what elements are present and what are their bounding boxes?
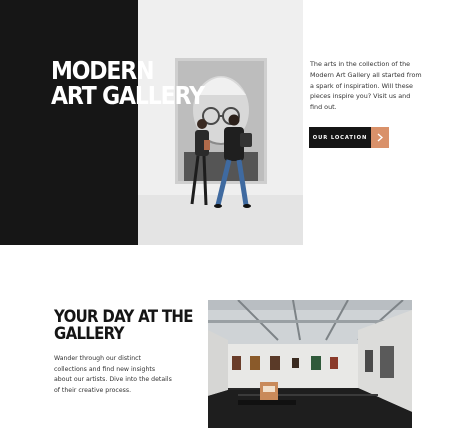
section-title-line2: GALLERY: [54, 324, 124, 344]
our-location-button-label: OUR LOCATION: [309, 127, 371, 148]
gallery-interior-image: [208, 300, 412, 428]
section-description: Wander through our distinct collections …: [54, 355, 172, 394]
hero-title: MODERN ART GALLERY: [51, 58, 205, 110]
chevron-right-icon: [371, 127, 389, 148]
hero-dark-panel: [0, 0, 138, 245]
hero-title-line2: ART GALLERY: [51, 81, 205, 110]
our-location-button[interactable]: OUR LOCATION: [309, 127, 389, 148]
section-title: YOUR DAY AT THE GALLERY: [54, 309, 193, 343]
hero-description: The arts in the collection of the Modern…: [310, 60, 422, 112]
hero-image: [138, 0, 303, 245]
